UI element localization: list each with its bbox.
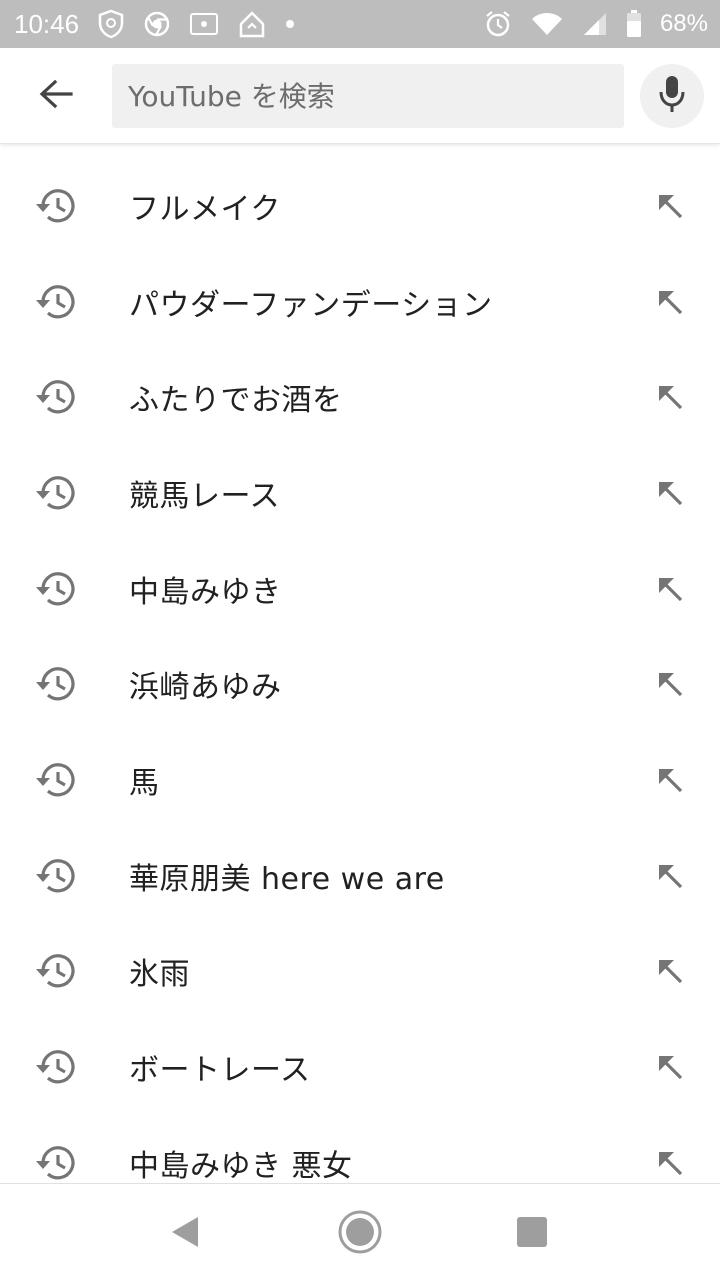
- screencast-icon: [189, 12, 219, 36]
- suggestion-item[interactable]: パウダーファンデーション: [0, 254, 720, 350]
- suggestion-item[interactable]: 中島みゆき: [0, 541, 720, 637]
- suggestion-text: パウダーファンデーション: [129, 287, 493, 323]
- wifi-icon: [530, 11, 564, 37]
- fill-query-arrow-icon[interactable]: [648, 662, 692, 706]
- search-input[interactable]: [112, 64, 624, 128]
- history-icon: [33, 566, 79, 612]
- history-icon: [33, 661, 79, 707]
- suggestion-text: ふたりでお酒を: [129, 383, 343, 419]
- suggestion-text: 競馬レース: [129, 478, 280, 514]
- suggestion-item[interactable]: ボートレース: [0, 1019, 720, 1115]
- suggestion-item[interactable]: 浜崎あゆみ: [0, 636, 720, 732]
- fill-query-arrow-icon[interactable]: [648, 1141, 692, 1183]
- status-bar: 10:46 68%: [0, 0, 720, 48]
- battery-icon: [626, 10, 642, 38]
- suggestion-item[interactable]: フルメイク: [0, 158, 720, 254]
- microphone-icon: [658, 74, 686, 118]
- fill-query-arrow-icon[interactable]: [648, 758, 692, 802]
- status-right: 68%: [484, 10, 708, 38]
- signal-icon: [582, 11, 608, 37]
- alarm-icon: [484, 10, 512, 38]
- suggestion-item[interactable]: 氷雨: [0, 924, 720, 1020]
- suggestion-text: 氷雨: [129, 957, 190, 993]
- suggestion-item[interactable]: 競馬レース: [0, 445, 720, 541]
- fill-query-arrow-icon[interactable]: [648, 567, 692, 611]
- nav-back-button[interactable]: [158, 1206, 214, 1262]
- triangle-back-icon: [168, 1214, 204, 1254]
- home-app-icon: [237, 10, 267, 38]
- arrow-left-icon: [38, 78, 74, 114]
- suggestion-text: フルメイク: [129, 191, 281, 227]
- square-recents-icon: [515, 1215, 549, 1253]
- suggestion-text: ボートレース: [129, 1053, 311, 1089]
- suggestion-text: 浜崎あゆみ: [129, 670, 282, 706]
- fill-query-arrow-icon[interactable]: [648, 949, 692, 993]
- history-icon: [33, 948, 79, 994]
- fill-query-arrow-icon[interactable]: [648, 184, 692, 228]
- suggestion-item[interactable]: 中島みゆき 悪女: [0, 1115, 720, 1183]
- fill-query-arrow-icon[interactable]: [648, 280, 692, 324]
- suggestion-text: 中島みゆき: [129, 574, 282, 610]
- history-icon: [33, 853, 79, 899]
- youtube-search-screen: 10:46 68% YouTube を検索 フルメイク パウダーファンデーション…: [0, 0, 720, 1280]
- suggestion-text: 馬: [129, 765, 160, 801]
- history-icon: [33, 374, 79, 420]
- system-nav-bar: [0, 1183, 720, 1280]
- battery-percent: 68%: [659, 10, 708, 37]
- shield-icon: [97, 9, 125, 39]
- status-time: 10:46: [14, 8, 80, 39]
- back-button[interactable]: [24, 72, 88, 120]
- suggestion-item[interactable]: 馬: [0, 732, 720, 828]
- chrome-icon: [143, 10, 171, 38]
- nav-home-button[interactable]: [332, 1206, 388, 1262]
- history-icon: [33, 757, 79, 803]
- search-suggestion-list: フルメイク パウダーファンデーション ふたりでお酒を 競馬レース 中島みゆき 浜…: [0, 158, 720, 1183]
- status-left: 10:46: [14, 9, 295, 40]
- history-icon: [33, 183, 79, 229]
- nav-recents-button[interactable]: [504, 1206, 560, 1262]
- suggestion-text: 中島みゆき 悪女: [129, 1148, 353, 1183]
- fill-query-arrow-icon[interactable]: [648, 375, 692, 419]
- suggestion-item[interactable]: ふたりでお酒を: [0, 349, 720, 445]
- circle-home-icon: [336, 1208, 384, 1260]
- fill-query-arrow-icon[interactable]: [648, 854, 692, 898]
- suggestion-item[interactable]: 華原朋美 here we are: [0, 828, 720, 924]
- voice-search-button[interactable]: [640, 64, 704, 128]
- history-icon: [33, 470, 79, 516]
- fill-query-arrow-icon[interactable]: [648, 471, 692, 515]
- history-icon: [33, 1140, 79, 1183]
- search-app-bar: [0, 48, 720, 144]
- suggestion-text: 華原朋美 here we are: [129, 861, 445, 897]
- history-icon: [33, 1044, 79, 1090]
- fill-query-arrow-icon[interactable]: [648, 1045, 692, 1089]
- notification-dot-icon: [285, 19, 295, 29]
- history-icon: [33, 279, 79, 325]
